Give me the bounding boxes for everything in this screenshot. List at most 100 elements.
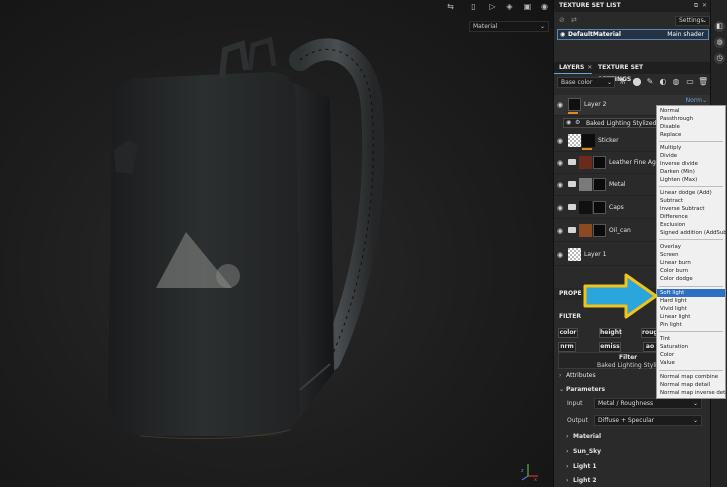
3d-model-render[interactable] [0, 0, 553, 487]
close-icon[interactable]: ✕ [702, 2, 707, 9]
blend-option-inverse-subtract[interactable]: Inverse Subtract [657, 205, 725, 213]
chevron-down-icon: ⌄ [692, 417, 698, 424]
add-paint-layer-icon[interactable]: ✎ [645, 77, 655, 87]
channel-chip-ao[interactable]: ao [643, 342, 657, 352]
blend-option-divide[interactable]: Divide [657, 152, 725, 160]
settings-button[interactable]: Settings ⌄ [675, 16, 710, 26]
3d-viewport[interactable]: ⇆ ▯ ▷ ◈ ▣ ◉ Material ⌄ z x [0, 0, 553, 487]
group-light-2[interactable]: › Light 2 [566, 477, 597, 484]
blend-option-normal-map-detail[interactable]: Normal map detail [657, 381, 725, 389]
attributes-group[interactable]: › Attributes [559, 372, 596, 379]
blend-option-subtract[interactable]: Subtract [657, 197, 725, 205]
history-icon[interactable]: ◷ [714, 53, 725, 64]
add-smart-icon[interactable]: ◍ [671, 77, 681, 87]
chevron-right-icon: › [566, 477, 569, 484]
folder-icon [568, 227, 576, 233]
delete-layer-icon[interactable]: 🗑 [698, 77, 708, 87]
eye-icon[interactable]: ◉ [566, 119, 571, 126]
eye-icon[interactable]: ◉ [557, 227, 563, 235]
filter-icon: ⚙ [575, 119, 581, 126]
channel-chip-color[interactable]: color [558, 328, 578, 338]
group-material[interactable]: › Material [566, 433, 601, 440]
blend-option-pin-light[interactable]: Pin light [657, 321, 725, 329]
eye-icon[interactable]: ◉ [557, 159, 563, 167]
eye-icon[interactable]: ◉ [560, 30, 565, 39]
filter-name[interactable]: Baked Lighting Stylized [586, 120, 656, 127]
texture-set-icon[interactable]: ◧ [714, 21, 725, 32]
channel-select[interactable]: Base color ⌄ [557, 77, 615, 88]
blend-option-hard-light[interactable]: Hard light [657, 297, 725, 305]
add-effect-icon[interactable]: ⚗ [617, 77, 627, 87]
tab-layers[interactable]: LAYERS ✕ [554, 62, 592, 74]
texture-set-row[interactable]: ◉ DefaultMaterial Main shader [557, 29, 709, 40]
add-folder-icon[interactable]: ▭ [685, 77, 695, 87]
texture-set-shader[interactable]: Main shader [667, 30, 704, 39]
close-icon[interactable]: ✕ [587, 64, 592, 71]
output-select[interactable]: Diffuse + Specular ⌄ [594, 415, 702, 426]
eye-icon[interactable]: ◉ [557, 101, 563, 109]
blend-mode-button[interactable]: Norm⌄ [676, 96, 709, 105]
undock-icon[interactable]: ⧉ [694, 2, 698, 9]
blend-option-tint[interactable]: Tint [657, 335, 725, 343]
channel-select-label: Base color [561, 79, 593, 86]
input-select[interactable]: Metal / Roughness ⌄ [594, 398, 702, 409]
blend-option-normal-map-inverse-detail[interactable]: Normal map inverse detail [657, 389, 727, 397]
channel-chip-roughness[interactable]: roug [641, 328, 658, 338]
group-label: Material [573, 433, 602, 440]
blend-option-inverse-divide[interactable]: Inverse divide [657, 160, 725, 168]
display-settings-icon[interactable]: ◍ [714, 37, 725, 48]
channel-chip-emiss[interactable]: emiss [599, 342, 621, 352]
eye-icon[interactable]: ◉ [557, 204, 563, 212]
tab-texture-set-settings[interactable]: TEXTURE SET SETTINGS [593, 62, 677, 83]
blend-mode-dropdown[interactable]: Normal Passthrough Disable Replace Multi… [656, 105, 727, 399]
blend-option-linear-burn[interactable]: Linear burn [657, 259, 725, 267]
layer-marker [568, 112, 578, 114]
channel-chip-height[interactable]: height [599, 328, 622, 338]
blend-option-signed-addition[interactable]: Signed addition (AddSub) [657, 229, 727, 237]
layer-name[interactable]: Oil_can [609, 227, 631, 234]
eye-icon[interactable]: ◉ [557, 181, 563, 189]
blend-option-darken[interactable]: Darken (Min) [657, 168, 725, 176]
blend-option-color[interactable]: Color [657, 351, 725, 359]
layer-name[interactable]: Layer 2 [584, 101, 606, 108]
chevron-down-icon: ⌄ [606, 79, 612, 86]
blend-option-vivid-light[interactable]: Vivid light [657, 305, 725, 313]
layer-name[interactable]: Metal [609, 181, 626, 188]
group-light-1[interactable]: › Light 1 [566, 463, 597, 470]
blend-option-replace[interactable]: Replace [657, 131, 725, 139]
blend-option-disable[interactable]: Disable [657, 123, 725, 131]
eye-icon[interactable]: ◉ [557, 137, 563, 145]
link-icon[interactable]: ⊘ [559, 16, 565, 24]
eye-icon[interactable]: ◉ [557, 251, 563, 259]
layer-name[interactable]: Sticker [598, 137, 619, 144]
blend-option-linear-light[interactable]: Linear light [657, 313, 725, 321]
blend-option-normal[interactable]: Normal [657, 107, 725, 115]
layer-name[interactable]: Caps [609, 204, 624, 211]
layer-name[interactable]: Layer 1 [584, 251, 606, 258]
add-fill-layer-icon[interactable]: ⬤ [632, 77, 642, 87]
blend-option-normal-map-combine[interactable]: Normal map combine [657, 373, 725, 381]
blend-option-soft-light[interactable]: Soft light [657, 289, 725, 297]
properties-title: PROPE [559, 290, 582, 297]
chevron-down-icon: ⌄ [701, 17, 707, 24]
blend-option-color-burn[interactable]: Color burn [657, 267, 725, 275]
blend-option-multiply[interactable]: Multiply [657, 144, 725, 152]
parameters-group[interactable]: ⌄ Parameters [559, 386, 605, 393]
filter-resource-box[interactable]: Filter Baked Lighting Stylized [558, 352, 667, 369]
group-sun-sky[interactable]: › Sun_Sky [566, 448, 601, 455]
blend-option-screen[interactable]: Screen [657, 251, 725, 259]
blend-option-saturation[interactable]: Saturation [657, 343, 725, 351]
blend-option-color-dodge[interactable]: Color dodge [657, 275, 725, 283]
add-mask-icon[interactable]: ◐ [658, 77, 668, 87]
blend-option-linear-dodge[interactable]: Linear dodge (Add) [657, 189, 725, 197]
blend-option-difference[interactable]: Difference [657, 213, 725, 221]
blend-option-passthrough[interactable]: Passthrough [657, 115, 725, 123]
chevron-right-icon: › [559, 372, 562, 379]
blend-option-exclusion[interactable]: Exclusion [657, 221, 725, 229]
swap-icon[interactable]: ⇄ [571, 16, 577, 24]
channel-chip-nrm[interactable]: nrm [558, 342, 576, 352]
blend-option-overlay[interactable]: Overlay [657, 243, 725, 251]
blend-option-lighten[interactable]: Lighten (Max) [657, 176, 725, 184]
blend-option-value[interactable]: Value [657, 359, 725, 367]
chevron-right-icon: › [566, 433, 569, 440]
